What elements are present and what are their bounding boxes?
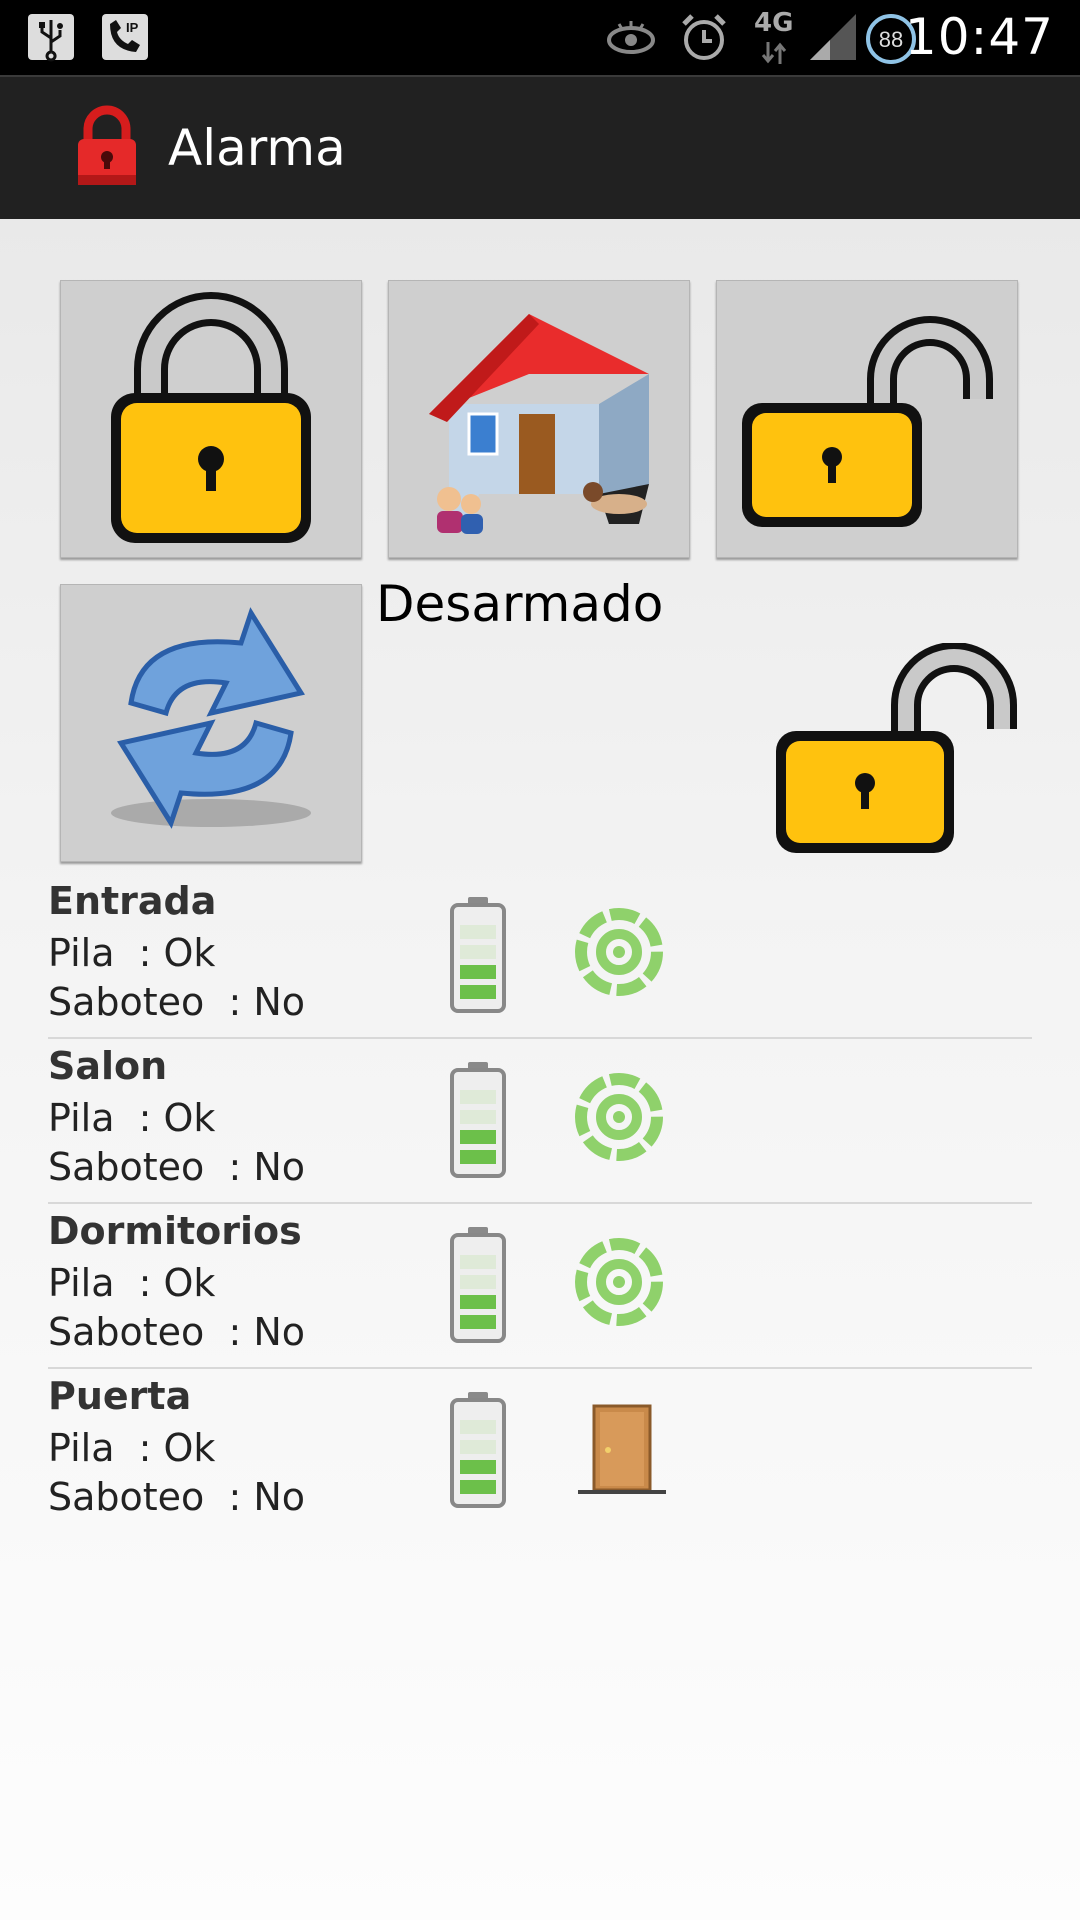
zone-tamper-status: Saboteo : No — [48, 1475, 306, 1519]
zone-salon[interactable]: Salon Pila : Ok Saboteo : No — [48, 1044, 1032, 1208]
clock: 10:47 — [904, 8, 1054, 66]
signal-icon — [810, 14, 856, 60]
refresh-icon — [111, 607, 311, 829]
zone-name: Puerta — [48, 1374, 192, 1418]
zone-tamper-status: Saboteo : No — [48, 1310, 306, 1354]
svg-text:IP: IP — [126, 20, 139, 35]
arm-button[interactable] — [60, 280, 362, 558]
zone-battery-status: Pila : Ok — [48, 1261, 216, 1305]
zone-battery-status: Pila : Ok — [48, 931, 216, 975]
alarm-clock-icon — [682, 14, 726, 60]
main-content: Desarmado Entrada Pila : Ok Saboteo : No… — [0, 219, 1080, 1920]
action-bar: Alarma — [0, 75, 1080, 219]
zone-name: Dormitorios — [48, 1209, 302, 1253]
state-open-lock-icon — [776, 643, 1017, 853]
zone-name: Entrada — [48, 879, 217, 923]
alarm-state-label: Desarmado — [376, 575, 664, 633]
status-bar: IP 4G 88 10:47 — [0, 0, 1080, 75]
battery-full-icon — [450, 1227, 506, 1343]
zone-puerta[interactable]: Puerta Pila : Ok Saboteo : No — [48, 1374, 1032, 1538]
data-transfer-icon — [761, 42, 787, 64]
eye-icon — [607, 21, 655, 54]
door-icon — [578, 1404, 666, 1494]
closed-lock-icon — [111, 292, 311, 543]
sip-call-icon: IP — [102, 14, 148, 60]
house-icon — [429, 314, 649, 534]
zone-tamper-status: Saboteo : No — [48, 1145, 306, 1189]
usb-icon — [28, 14, 74, 62]
zone-divider — [48, 1202, 1032, 1204]
network-type: 4G — [754, 8, 794, 38]
motion-sensor-icon — [575, 1238, 663, 1326]
zone-battery-status: Pila : Ok — [48, 1096, 216, 1140]
battery-full-icon — [450, 897, 506, 1013]
motion-sensor-icon — [575, 1073, 663, 1161]
svg-text:88: 88 — [879, 27, 903, 52]
battery-full-icon — [450, 1062, 506, 1178]
zone-entrada[interactable]: Entrada Pila : Ok Saboteo : No — [48, 879, 1032, 1043]
zone-tamper-status: Saboteo : No — [48, 980, 306, 1024]
red-lock-icon[interactable] — [74, 105, 140, 187]
open-lock-icon — [742, 316, 993, 527]
home-mode-button[interactable] — [388, 280, 690, 558]
motion-sensor-icon — [575, 908, 663, 996]
app-title: Alarma — [168, 119, 346, 177]
battery-full-icon — [450, 1392, 506, 1508]
refresh-button[interactable] — [60, 584, 362, 862]
zone-divider — [48, 1037, 1032, 1039]
zone-divider — [48, 1367, 1032, 1369]
zone-dormitorios[interactable]: Dormitorios Pila : Ok Saboteo : No — [48, 1209, 1032, 1373]
disarm-button[interactable] — [716, 280, 1018, 558]
zone-battery-status: Pila : Ok — [48, 1426, 216, 1470]
zone-name: Salon — [48, 1044, 168, 1088]
